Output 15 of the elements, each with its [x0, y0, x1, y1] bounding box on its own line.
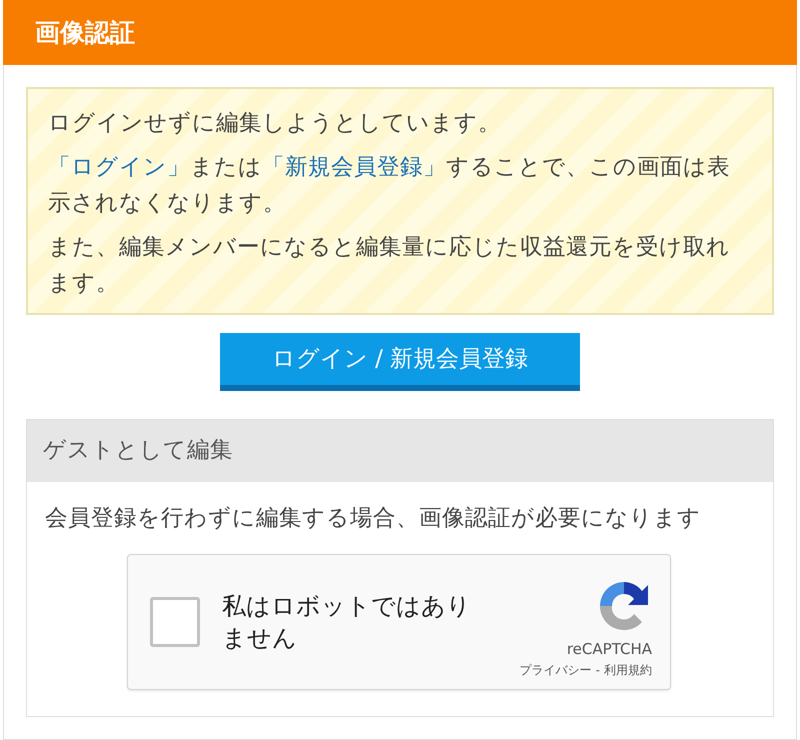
terms-link[interactable]: 利用規約 — [604, 660, 652, 679]
login-button[interactable]: ログイン / 新規会員登録 — [220, 333, 580, 391]
captcha-checkbox[interactable] — [150, 596, 200, 646]
separator-text: - — [596, 662, 600, 679]
notice-text: ログインせずに編集しようとしています。 — [48, 109, 502, 138]
notice-link[interactable]: 「ログイン」 — [48, 154, 190, 180]
captcha-brand: reCAPTCHA — [566, 639, 652, 660]
notice-link[interactable]: 「新規会員登録」 — [262, 154, 446, 180]
description-text: 会員登録を行わずに編集する場合、画像認証が必要になります — [45, 504, 702, 533]
privacy-link[interactable]: プライバシー — [520, 660, 592, 679]
captcha-label: 私はロボットではありません — [222, 590, 472, 654]
notice-text: また、編集メンバーになると編集量に応じた収益還元を受け取れます。 — [48, 233, 731, 298]
notice-text: 「ログイン」または「新規会員登録」することで、この画面は表示されなくなります。 — [48, 153, 731, 218]
page-title: 画像認証 — [35, 16, 135, 49]
section-header: ゲストとして編集 — [27, 420, 773, 482]
